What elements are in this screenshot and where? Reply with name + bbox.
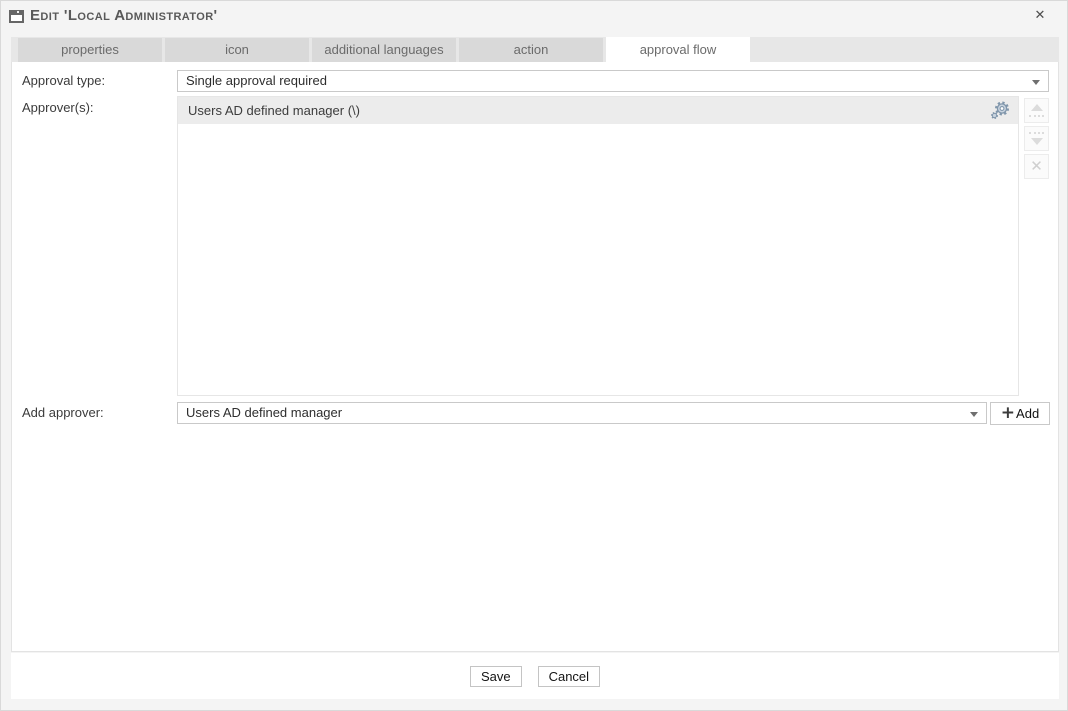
x-icon: ✕ (1025, 155, 1048, 178)
remove-approver-button[interactable]: ✕ (1024, 154, 1049, 179)
window-icon (9, 10, 24, 23)
dialog-title: Edit 'Local Administrator' (30, 7, 218, 24)
approval-type-value: Single approval required (186, 73, 327, 88)
approvers-label: Approver(s): (22, 100, 94, 115)
tab-additional-languages[interactable]: additional languages (312, 38, 456, 62)
chevron-down-icon (970, 412, 978, 417)
arrow-down-icon (1031, 138, 1043, 145)
add-approver-label: Add approver: (22, 405, 104, 420)
move-down-dots (1029, 132, 1044, 134)
tab-properties[interactable]: properties (18, 38, 162, 62)
gears-icon (989, 101, 1011, 120)
titlebar: Edit 'Local Administrator' ✕ (1, 1, 1067, 37)
approver-name: Users AD defined manager (\) (188, 103, 360, 118)
tab-strip: properties icon additional languages act… (11, 37, 1059, 62)
approval-type-label: Approval type: (22, 73, 105, 88)
move-up-button[interactable] (1024, 98, 1049, 123)
arrow-up-icon (1031, 104, 1043, 111)
approval-type-select[interactable]: Single approval required (177, 70, 1049, 92)
cancel-button[interactable]: Cancel (538, 666, 600, 687)
chevron-down-icon (1032, 80, 1040, 85)
edit-dialog: Edit 'Local Administrator' ✕ properties … (0, 0, 1068, 711)
add-approver-select[interactable]: Users AD defined manager (177, 402, 987, 424)
approvers-list: Users AD defined manager (\) (177, 96, 1019, 396)
move-down-button[interactable] (1024, 126, 1049, 151)
add-approver-button[interactable]: + Add (990, 402, 1050, 425)
tab-icon[interactable]: icon (165, 38, 309, 62)
plus-icon: + (1001, 405, 1015, 422)
save-button[interactable]: Save (470, 666, 522, 687)
tab-action[interactable]: action (459, 38, 603, 62)
add-approver-value: Users AD defined manager (186, 405, 342, 420)
dialog-footer: Save Cancel (11, 653, 1059, 699)
add-button-label: Add (1016, 406, 1039, 421)
move-up-dots (1029, 115, 1044, 117)
approval-flow-panel: Approval type: Single approval required … (11, 62, 1059, 652)
tab-approval-flow[interactable]: approval flow (606, 37, 750, 62)
close-icon[interactable]: ✕ (1030, 5, 1050, 27)
approver-list-item[interactable]: Users AD defined manager (\) (178, 97, 1018, 124)
